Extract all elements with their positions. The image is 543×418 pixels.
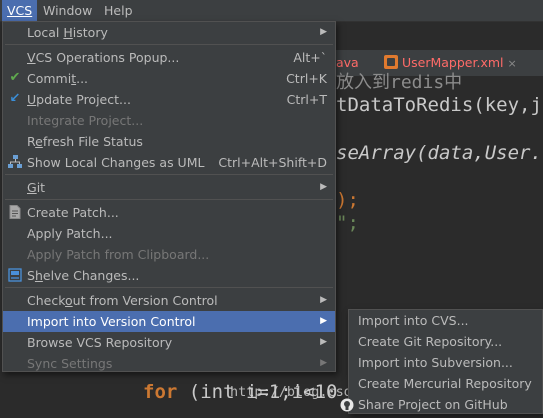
menu-item-label: Git [27, 180, 46, 195]
menu-item-vcs-operations-popup[interactable]: VCS Operations Popup... Alt+` [3, 47, 335, 68]
menu-item-shelve-changes[interactable]: Shelve Changes... [3, 265, 335, 286]
menu-item-label: Show Local Changes as UML [27, 155, 205, 170]
patch-icon [8, 205, 22, 219]
submenu-arrow-icon: ▶ [320, 27, 327, 37]
menu-separator [5, 287, 333, 288]
menu-item-integrate-project: Integrate Project... [3, 110, 335, 131]
menu-item-refresh-file-status[interactable]: Refresh File Status [3, 131, 335, 152]
xml-file-icon [384, 55, 398, 69]
code-line-3-text: seArray(data,User. [336, 142, 542, 164]
menu-item-show-local-changes-uml[interactable]: Show Local Changes as UML Ctrl+Alt+Shift… [3, 152, 335, 173]
code-keyword-for: for [143, 381, 178, 403]
code-line-5: "; [336, 212, 359, 234]
update-arrow-icon: ↙ [9, 91, 21, 106]
menu-item-label: Integrate Project... [27, 113, 144, 128]
menu-item-checkout-vcs[interactable]: Checkout from Version Control ▶ [3, 290, 335, 311]
menu-item-local-history[interactable]: Local History ▶ [3, 22, 335, 43]
close-tab-icon[interactable]: × [508, 57, 517, 70]
shortcut-label: Ctrl+T [286, 92, 327, 107]
code-line-4: ); [336, 189, 359, 211]
submenu-item-label: Import into CVS... [358, 313, 469, 328]
vcs-dropdown-menu: Local History ▶ VCS Operations Popup... … [2, 21, 336, 372]
menu-item-commit[interactable]: ✔ Commit... Ctrl+K [3, 68, 335, 89]
shortcut-label: Alt+` [293, 50, 327, 65]
submenu-item-share-on-github[interactable]: Share Project on GitHub [340, 394, 542, 415]
menu-window[interactable]: Window [38, 0, 97, 21]
menu-window-label: Window [43, 3, 93, 18]
submenu-arrow-icon: ▶ [320, 358, 327, 368]
check-icon: ✔ [9, 70, 21, 85]
import-vcs-submenu: Import into CVS... Create Git Repository… [340, 309, 543, 415]
menu-item-sync-settings: Sync Settings ▶ [3, 353, 335, 374]
uml-diagram-icon [8, 155, 22, 169]
submenu-item-label: Create Git Repository... [358, 334, 503, 349]
submenu-item-import-cvs[interactable]: Import into CVS... [349, 310, 542, 331]
code-line-2: tDataToRedis(key,js [336, 94, 543, 116]
menu-item-label: VCS Operations Popup... [27, 50, 180, 65]
menu-help-label: Help [104, 3, 133, 18]
submenu-item-label: Create Mercurial Repository [358, 376, 532, 391]
submenu-arrow-icon: ▶ [320, 295, 327, 305]
menu-separator [5, 199, 333, 200]
menu-item-apply-patch-clipboard: Apply Patch from Clipboard... [3, 244, 335, 265]
menu-item-apply-patch[interactable]: Apply Patch... [3, 223, 335, 244]
menu-item-label: Update Project... [27, 92, 131, 107]
shelve-icon [8, 268, 22, 282]
submenu-arrow-icon: ▶ [320, 316, 327, 326]
menu-separator [5, 44, 333, 45]
menu-item-label: Create Patch... [27, 205, 119, 220]
code-line-3: seArray(data,User.c [336, 142, 543, 164]
submenu-item-import-subversion[interactable]: Import into Subversion... [349, 352, 542, 373]
github-icon [340, 397, 354, 412]
menu-item-label: Local History [27, 25, 108, 40]
menu-item-label: Checkout from Version Control [27, 293, 218, 308]
submenu-item-create-git-repository[interactable]: Create Git Repository... [349, 331, 542, 352]
menu-item-update-project[interactable]: ↙ Update Project... Ctrl+T [3, 89, 335, 110]
menu-vcs[interactable]: VCS [2, 0, 38, 21]
menu-item-label: Commit... [27, 71, 89, 86]
menu-vcs-label: VCS [7, 3, 33, 18]
code-line-comment: 放入到redis中 [336, 72, 463, 93]
menu-item-git[interactable]: Git ▶ [3, 177, 335, 198]
menu-item-label: Refresh File Status [27, 134, 143, 149]
menu-item-create-patch[interactable]: Create Patch... [3, 202, 335, 223]
submenu-item-label: Share Project on GitHub [358, 397, 508, 412]
menu-item-label: Shelve Changes... [27, 268, 140, 283]
menu-item-label: Import into Version Control [27, 314, 196, 329]
menu-bar: VCS Window Help [0, 0, 543, 22]
menu-item-label: Apply Patch from Clipboard... [27, 247, 210, 262]
submenu-arrow-icon: ▶ [320, 337, 327, 347]
shortcut-label: Ctrl+K [286, 71, 327, 86]
shortcut-label: Ctrl+Alt+Shift+D [218, 155, 327, 170]
menu-separator [5, 174, 333, 175]
submenu-item-create-mercurial-repository[interactable]: Create Mercurial Repository [349, 373, 542, 394]
menu-item-label: Apply Patch... [27, 226, 113, 241]
menu-item-import-into-vcs[interactable]: Import into Version Control ▶ [3, 311, 335, 332]
menu-item-label: Browse VCS Repository [27, 335, 173, 350]
menu-item-browse-vcs-repository[interactable]: Browse VCS Repository ▶ [3, 332, 335, 353]
submenu-arrow-icon: ▶ [320, 182, 327, 192]
submenu-item-label: Import into Subversion... [358, 355, 513, 370]
menu-item-label: Sync Settings [27, 356, 113, 371]
menu-help[interactable]: Help [99, 0, 138, 21]
